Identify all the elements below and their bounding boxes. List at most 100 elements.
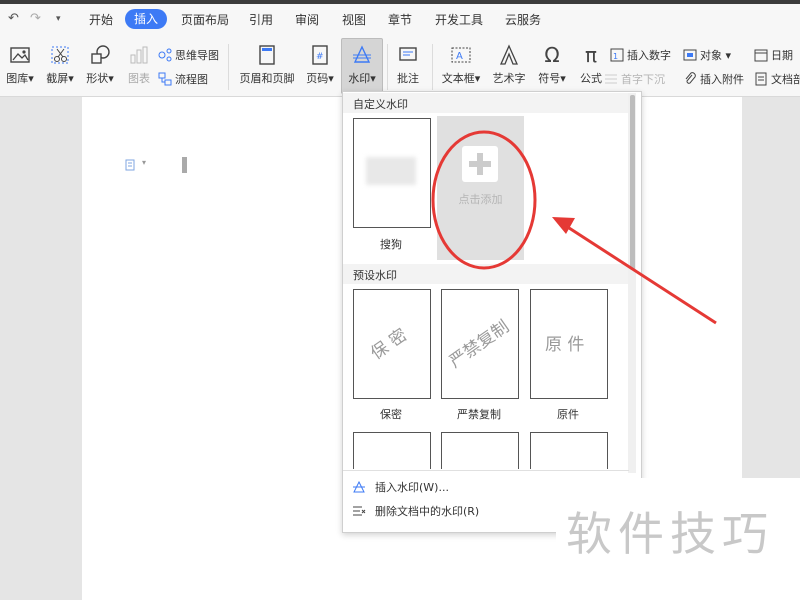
preset-watermark-original[interactable]: 原 件 (530, 289, 608, 399)
date-label: 日期 (771, 49, 793, 62)
formula-label: 公式 (580, 72, 602, 85)
tab-view[interactable]: 视图 (342, 11, 366, 28)
shapes-label: 形状 (86, 72, 109, 85)
word-art-button[interactable]: 艺术字 (490, 44, 528, 86)
scissors-icon (51, 46, 69, 64)
insert-watermark-menu-item[interactable]: 插入水印(W)... (352, 479, 449, 495)
document-parts-button[interactable]: 文档部 (754, 71, 800, 87)
preset-label: 保密 (380, 408, 402, 421)
watermark-label: 水印 (348, 72, 371, 85)
ribbon-divider (228, 44, 229, 90)
watermark-text: 保 密 (367, 325, 412, 365)
insert-attachment-button[interactable]: 插入附件 (683, 71, 744, 87)
tab-page-layout[interactable]: 页面布局 (181, 11, 229, 28)
brand-watermark: 软件技巧 (566, 507, 774, 561)
insert-attachment-label: 插入附件 (700, 73, 744, 86)
tab-cloud-service[interactable]: 云服务 (505, 11, 541, 28)
watermark-icon (353, 481, 365, 493)
tab-insert[interactable]: 插入 (125, 9, 167, 29)
page-number-icon: # (312, 45, 328, 65)
custom-section-title: 自定义水印 (353, 98, 408, 111)
custom-watermark-label: 搜狗 (380, 238, 402, 251)
plus-icon (462, 146, 498, 182)
document-icon (755, 72, 767, 86)
symbol-button[interactable]: Ω 符号▾ (535, 44, 569, 86)
calendar-icon (754, 49, 768, 62)
preset-label: 原件 (557, 408, 579, 421)
text-box-icon: A (451, 47, 471, 63)
preset-watermark-no-copy[interactable]: 严禁复制 (441, 289, 519, 399)
mind-map-label: 思维导图 (175, 49, 219, 62)
customize-dropdown-icon[interactable]: ▾ (56, 14, 61, 24)
menu-bar: ↶ ↷ ▾ 开始 插入 页面布局 引用 审阅 视图 章节 开发工具 云服务 (0, 4, 800, 34)
custom-watermark-item[interactable] (353, 118, 431, 228)
preset-watermark-item[interactable] (441, 432, 519, 469)
dropdown-divider (343, 470, 629, 471)
tab-developer[interactable]: 开发工具 (435, 11, 483, 28)
text-box-button[interactable]: A 文本框▾ (439, 44, 483, 86)
chart-label: 图表 (128, 72, 150, 85)
scrollbar-thumb[interactable] (630, 95, 635, 270)
blurred-watermark-preview (366, 157, 416, 185)
delete-watermark-menu-item[interactable]: 删除文档中的水印(R) (352, 503, 479, 519)
flowchart-label: 流程图 (175, 73, 208, 86)
page-number-button[interactable]: # 页码▾ (304, 44, 336, 86)
watermark-button[interactable]: 水印▾ (342, 44, 382, 86)
delete-watermark-label: 删除文档中的水印(R) (375, 505, 480, 518)
drop-cap-button[interactable]: 首字下沉 (604, 71, 665, 87)
watermark-text: 原 件 (545, 335, 585, 355)
mind-map-icon (158, 48, 172, 62)
insert-watermark-label: 插入水印(W)... (375, 481, 449, 494)
header-footer-icon (259, 45, 275, 65)
preset-watermark-item[interactable] (353, 432, 431, 469)
undo-icon[interactable]: ↶ (8, 11, 19, 26)
text-cursor (182, 157, 187, 173)
symbol-label: 符号 (538, 72, 561, 85)
svg-text:#: # (316, 52, 324, 62)
tab-review[interactable]: 审阅 (295, 11, 319, 28)
shapes-icon (91, 45, 110, 64)
word-art-label: 艺术字 (492, 72, 526, 85)
header-footer-label: 页眉和页脚 (239, 72, 295, 85)
tab-chapter[interactable]: 章节 (388, 11, 412, 28)
preset-section-title: 预设水印 (353, 269, 397, 282)
word-art-icon (499, 44, 519, 65)
insert-number-button[interactable]: 1 插入数字 (610, 47, 671, 63)
mind-map-button[interactable]: 思维导图 (158, 47, 219, 63)
formula-button[interactable]: π 公式 (576, 44, 606, 86)
page-number-label: 页码 (306, 72, 329, 85)
screenshot-button[interactable]: 截屏▾ (42, 44, 78, 86)
ribbon-divider (387, 44, 388, 90)
drop-cap-icon (605, 74, 617, 84)
paste-options-icon[interactable] (125, 158, 137, 171)
picture-icon (10, 47, 30, 63)
shapes-button[interactable]: 形状▾ (82, 44, 118, 86)
chevron-down-icon[interactable]: ▾ (142, 158, 146, 167)
object-button[interactable]: 对象 ▾ (683, 47, 731, 63)
preset-watermark-item[interactable] (530, 432, 608, 469)
insert-number-label: 插入数字 (627, 49, 671, 62)
add-custom-watermark-button[interactable] (437, 116, 524, 260)
header-footer-button[interactable]: 页眉和页脚 (237, 44, 297, 86)
omega-icon: Ω (544, 43, 560, 67)
watermark-icon (353, 45, 371, 63)
comment-label: 批注 (397, 72, 419, 85)
gallery-button[interactable]: 图库▾ (2, 44, 38, 86)
screenshot-label: 截屏 (46, 72, 69, 85)
ribbon-divider (432, 44, 433, 90)
text-box-label: 文本框 (441, 72, 475, 85)
flowchart-button[interactable]: 流程图 (158, 71, 208, 87)
svg-text:1: 1 (613, 52, 618, 61)
gallery-label: 图库 (6, 72, 29, 85)
bar-chart-icon (130, 46, 148, 64)
delete-watermark-icon (353, 506, 366, 516)
preset-watermark-confidential[interactable]: 保 密 (353, 289, 431, 399)
tab-home[interactable]: 开始 (89, 11, 113, 28)
paperclip-icon (685, 72, 696, 84)
add-watermark-label: 点击添加 (458, 193, 503, 206)
date-button[interactable]: 日期 (754, 47, 793, 63)
tab-references[interactable]: 引用 (249, 11, 273, 28)
redo-icon[interactable]: ↷ (30, 11, 41, 26)
chart-button[interactable]: 图表 (124, 44, 154, 86)
comment-button[interactable]: 批注 (393, 44, 423, 86)
